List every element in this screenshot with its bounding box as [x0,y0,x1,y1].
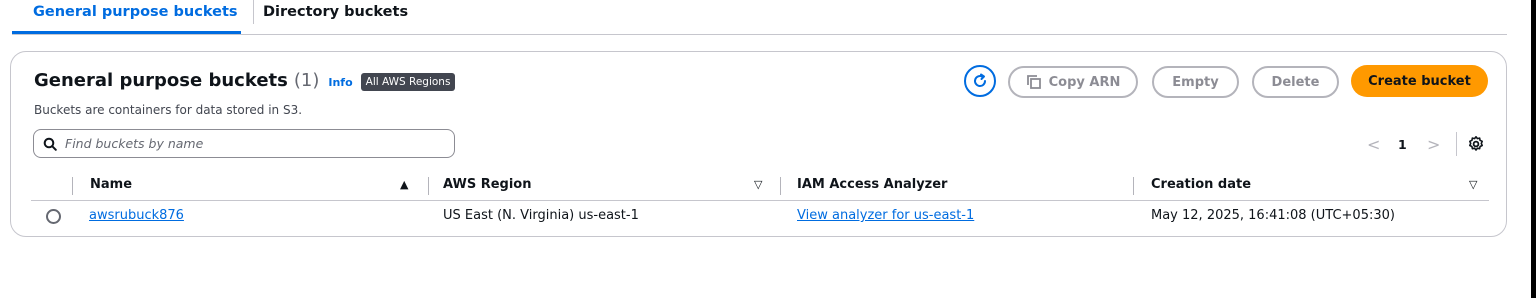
tab-general-purpose-buckets[interactable]: General purpose buckets [12,0,241,34]
delete-button[interactable]: Delete [1252,66,1339,98]
gear-icon [1469,136,1483,151]
empty-label: Empty [1172,74,1219,90]
column-header-aws-region[interactable]: AWS Region [443,173,531,197]
bucket-count: (1) [293,70,320,91]
create-bucket-label: Create bucket [1368,73,1471,89]
tab-divider [253,0,254,24]
pager-divider [1456,132,1457,156]
sort-toggle-icon[interactable]: ▽ [754,176,762,194]
search-box [33,129,455,158]
column-separator [780,177,781,195]
current-page-number[interactable]: 1 [1398,132,1407,156]
bucket-region: US East (N. Virginia) us-east-1 [443,208,639,223]
table-header: Name ▲ AWS Region ▽ IAM Access Analyzer … [11,173,1508,197]
panel-header: General purpose buckets (1) Info All AWS… [34,70,456,91]
column-separator [428,177,429,195]
window-edge [1531,0,1536,298]
panel-description: Buckets are containers for data stored i… [34,103,303,117]
refresh-button[interactable] [964,65,996,97]
bucket-type-tabs: General purpose buckets Directory bucket… [12,0,1507,35]
previous-page-button[interactable]: < [1367,132,1380,156]
search-icon [43,137,57,151]
refresh-icon [974,73,987,87]
view-analyzer-link[interactable]: View analyzer for us-east-1 [797,206,974,226]
sort-ascending-icon[interactable]: ▲ [400,176,408,194]
copy-arn-button[interactable]: Copy ARN [1008,66,1138,98]
create-bucket-button[interactable]: Create bucket [1351,65,1488,97]
page-title: General purpose buckets [34,70,288,91]
tab-directory-buckets[interactable]: Directory buckets [263,0,408,34]
empty-button[interactable]: Empty [1152,66,1239,98]
copy-icon [1026,75,1041,89]
sort-toggle-icon[interactable]: ▽ [1469,176,1477,194]
column-header-iam-access-analyzer[interactable]: IAM Access Analyzer [797,173,947,197]
bucket-name-link[interactable]: awsrubuck876 [89,206,184,226]
row-select-radio[interactable] [46,209,61,224]
column-separator [1133,177,1134,195]
column-header-name[interactable]: Name [90,173,132,197]
bucket-creation-date: May 12, 2025, 16:41:08 (UTC+05:30) [1151,208,1395,223]
delete-label: Delete [1271,74,1320,90]
copy-arn-label: Copy ARN [1048,74,1121,90]
column-separator [72,177,73,195]
buckets-panel: General purpose buckets (1) Info All AWS… [10,51,1507,237]
region-badge: All AWS Regions [360,72,456,91]
column-header-creation-date[interactable]: Creation date [1151,173,1251,197]
table-row: awsrubuck876 US East (N. Virginia) us-ea… [11,201,1508,231]
info-link[interactable]: Info [328,76,352,89]
search-input[interactable] [65,136,445,151]
preferences-button[interactable] [1467,135,1485,153]
next-page-button[interactable]: > [1427,132,1440,156]
